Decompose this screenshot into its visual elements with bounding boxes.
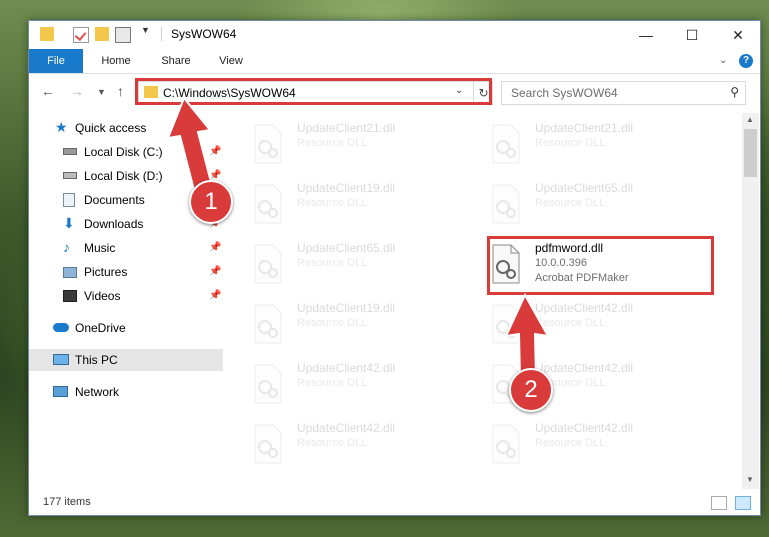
arrow-to-file xyxy=(504,292,550,379)
step-2-callout: 2 xyxy=(509,368,553,412)
annotation-arrows xyxy=(166,96,550,379)
step-1-callout: 1 xyxy=(189,180,233,224)
arrow-to-address-bar xyxy=(166,96,214,192)
